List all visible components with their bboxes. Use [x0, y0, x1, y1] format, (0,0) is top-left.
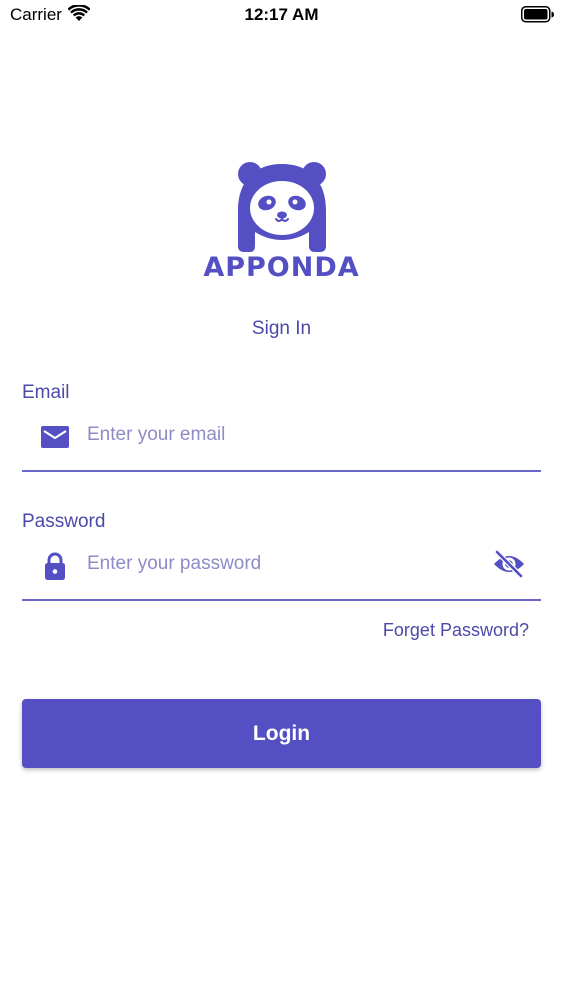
battery-icon	[521, 6, 554, 23]
password-field[interactable]	[22, 537, 541, 601]
email-field[interactable]	[22, 408, 541, 472]
status-bar: Carrier 12:17 AM	[0, 0, 563, 30]
eye-off-icon[interactable]	[492, 549, 526, 579]
mail-icon	[41, 426, 69, 448]
password-input[interactable]	[87, 547, 467, 581]
lock-icon	[45, 552, 65, 580]
email-label: Email	[22, 382, 70, 403]
status-time: 12:17 AM	[244, 5, 319, 24]
email-input[interactable]	[87, 418, 467, 452]
forget-password-link[interactable]: Forget Password?	[340, 620, 529, 641]
logo-wordmark: APPONDA	[203, 252, 360, 283]
password-label: Password	[22, 511, 106, 532]
page-title: Sign In	[251, 318, 312, 339]
login-button[interactable]: Login	[22, 699, 541, 768]
